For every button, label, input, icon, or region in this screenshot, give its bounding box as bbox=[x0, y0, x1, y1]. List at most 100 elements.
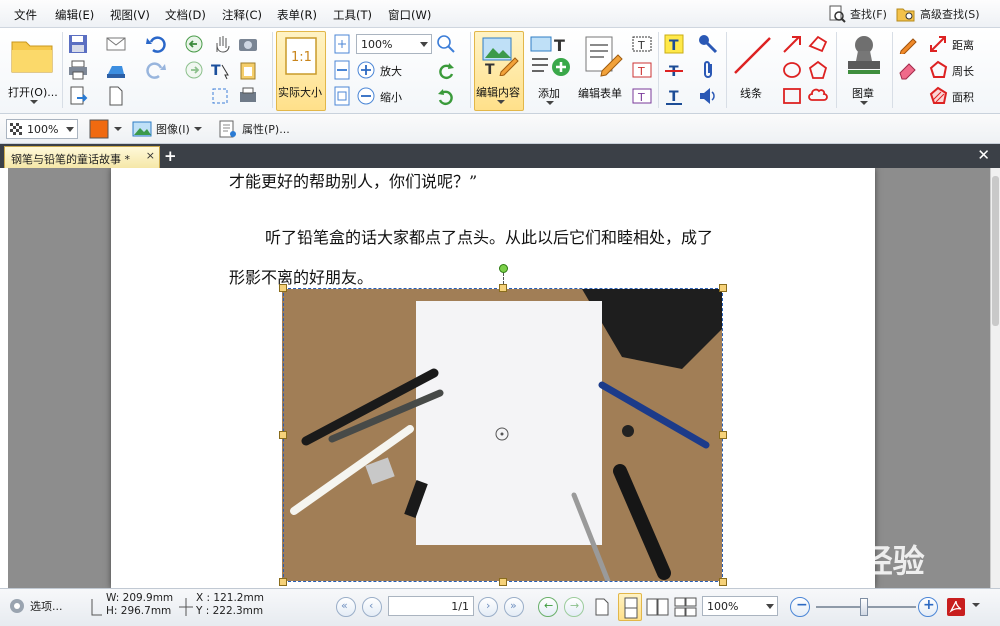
last-page-button[interactable]: » bbox=[504, 597, 524, 617]
chevron-down-icon[interactable] bbox=[114, 127, 122, 131]
menu-tools[interactable]: 工具(T) bbox=[333, 7, 372, 23]
email-icon[interactable] bbox=[106, 34, 126, 54]
polygon-tool-icon[interactable] bbox=[808, 60, 828, 80]
select-text-icon[interactable]: T bbox=[210, 60, 230, 80]
new-doc-icon[interactable] bbox=[106, 86, 126, 106]
pin-icon[interactable] bbox=[698, 34, 718, 54]
page-number-field[interactable]: 1/1 bbox=[388, 596, 474, 616]
area-button[interactable]: 面积 bbox=[928, 86, 984, 106]
fit-page-icon[interactable] bbox=[332, 34, 352, 54]
single-page-icon[interactable] bbox=[594, 597, 610, 617]
fit-visible-icon[interactable] bbox=[332, 86, 352, 106]
menu-file[interactable]: 文件 bbox=[14, 7, 37, 23]
first-page-button[interactable]: « bbox=[336, 597, 356, 617]
clipboard-icon[interactable] bbox=[238, 60, 258, 80]
back-icon[interactable] bbox=[184, 34, 204, 54]
resize-handle-n[interactable] bbox=[499, 284, 507, 292]
edit-form-button[interactable]: 编辑表单 bbox=[576, 31, 628, 111]
zoom-dropdown-icon[interactable] bbox=[436, 34, 456, 54]
menu-form[interactable]: 表单(R) bbox=[277, 7, 317, 23]
menu-edit[interactable]: 编辑(E) bbox=[55, 7, 94, 23]
rectangle-tool-icon[interactable] bbox=[782, 86, 802, 106]
pencil-tool-icon[interactable] bbox=[898, 34, 918, 54]
zoom-out-button[interactable]: 缩小 bbox=[356, 86, 416, 106]
status-zoom-combo[interactable]: 100% bbox=[702, 596, 778, 616]
ellipse-tool-icon[interactable] bbox=[782, 60, 802, 80]
snapshot-icon[interactable] bbox=[238, 34, 258, 54]
polyline-tool-icon[interactable] bbox=[808, 34, 828, 54]
edit-content-button[interactable]: T 编辑内容 bbox=[474, 31, 524, 111]
continuous-page-button[interactable] bbox=[618, 593, 642, 621]
form-field-red-icon[interactable]: T bbox=[632, 60, 652, 80]
add-button[interactable]: T 添加 bbox=[528, 31, 572, 111]
next-view-button[interactable]: → bbox=[564, 597, 584, 617]
perimeter-button[interactable]: 周长 bbox=[928, 60, 984, 80]
print-icon[interactable] bbox=[68, 60, 88, 80]
resize-handle-sw[interactable] bbox=[279, 578, 287, 586]
properties-button[interactable]: 属性(P)... bbox=[218, 119, 290, 139]
continuous-facing-icon[interactable] bbox=[674, 597, 698, 617]
search-button[interactable]: 查找(F) bbox=[828, 4, 887, 24]
zoom-combo[interactable]: 100% bbox=[356, 34, 432, 54]
resize-handle-s[interactable] bbox=[499, 578, 507, 586]
chevron-down-icon[interactable] bbox=[972, 603, 980, 607]
menu-comment[interactable]: 注释(C) bbox=[222, 7, 262, 23]
open-button[interactable]: 打开(O)... bbox=[4, 30, 60, 110]
resize-handle-nw[interactable] bbox=[279, 284, 287, 292]
resize-handle-e[interactable] bbox=[719, 431, 727, 439]
image-selection-box[interactable] bbox=[283, 288, 723, 582]
next-page-button[interactable]: › bbox=[478, 597, 498, 617]
eraser-tool-icon[interactable] bbox=[898, 60, 918, 80]
document-viewport[interactable]: 才能更好的帮助别人，你们说呢？” 听了铅笔盒的话大家都点了点头。从此以后它们和睦… bbox=[8, 168, 990, 588]
menu-window[interactable]: 窗口(W) bbox=[388, 7, 431, 23]
arrow-tool-icon[interactable] bbox=[782, 34, 802, 54]
highlight-text-icon[interactable]: T bbox=[664, 34, 684, 54]
export-doc-icon[interactable] bbox=[68, 86, 88, 106]
vertical-scrollbar[interactable] bbox=[990, 168, 1000, 588]
actual-size-button[interactable]: 1:1 实际大小 bbox=[276, 31, 326, 111]
document-tab[interactable]: 钢笔与铅笔的童话故事 * × bbox=[4, 146, 160, 168]
strikeout-icon[interactable]: T bbox=[664, 60, 684, 80]
form-field-purple-icon[interactable]: T bbox=[632, 86, 652, 106]
resize-handle-ne[interactable] bbox=[719, 284, 727, 292]
resize-handle-w[interactable] bbox=[279, 431, 287, 439]
cloud-tool-icon[interactable] bbox=[808, 86, 828, 106]
forward-icon[interactable] bbox=[184, 60, 204, 80]
zoom-in-button[interactable]: 放大 bbox=[356, 60, 416, 80]
save-icon[interactable] bbox=[68, 34, 88, 54]
image-menu-button[interactable]: 图像(I) bbox=[132, 119, 202, 139]
rotate-right-icon[interactable] bbox=[436, 86, 456, 106]
new-tab-icon[interactable]: + bbox=[164, 147, 177, 165]
typewriter-icon[interactable] bbox=[238, 86, 258, 106]
opacity-combo[interactable]: 100% bbox=[6, 119, 78, 139]
previous-view-button[interactable]: ← bbox=[538, 597, 558, 617]
menu-document[interactable]: 文档(D) bbox=[165, 7, 206, 23]
underline-icon[interactable]: T bbox=[664, 86, 684, 106]
scroll-thumb[interactable] bbox=[992, 176, 999, 326]
rotate-handle[interactable] bbox=[499, 264, 508, 273]
zoom-slider-thumb[interactable] bbox=[860, 598, 868, 616]
facing-pages-icon[interactable] bbox=[646, 597, 670, 617]
zoom-out-status-button[interactable]: − bbox=[790, 597, 810, 617]
redo-icon[interactable] bbox=[146, 60, 166, 80]
pdf-logo-icon[interactable] bbox=[946, 597, 966, 617]
fit-width-icon[interactable] bbox=[332, 60, 352, 80]
crop-icon[interactable] bbox=[210, 86, 230, 106]
sound-icon[interactable] bbox=[698, 86, 718, 106]
lines-button[interactable]: 线条 bbox=[730, 31, 776, 111]
rotate-left-icon[interactable] bbox=[436, 60, 456, 80]
scan-icon[interactable] bbox=[106, 60, 126, 80]
advanced-search-button[interactable]: 高级查找(S) bbox=[896, 4, 980, 24]
resize-handle-se[interactable] bbox=[719, 578, 727, 586]
tab-close-icon[interactable]: × bbox=[146, 149, 155, 162]
attachment-icon[interactable] bbox=[698, 60, 718, 80]
zoom-in-status-button[interactable]: + bbox=[918, 597, 938, 617]
undo-icon[interactable] bbox=[146, 34, 166, 54]
options-button[interactable]: 选项... bbox=[8, 597, 63, 615]
close-all-icon[interactable]: ✕ bbox=[977, 146, 990, 164]
hand-tool-icon[interactable] bbox=[212, 34, 232, 54]
prev-page-button[interactable]: ‹ bbox=[362, 597, 382, 617]
menu-view[interactable]: 视图(V) bbox=[110, 7, 150, 23]
fill-color-icon[interactable] bbox=[88, 118, 110, 140]
distance-button[interactable]: 距离 bbox=[928, 34, 984, 54]
